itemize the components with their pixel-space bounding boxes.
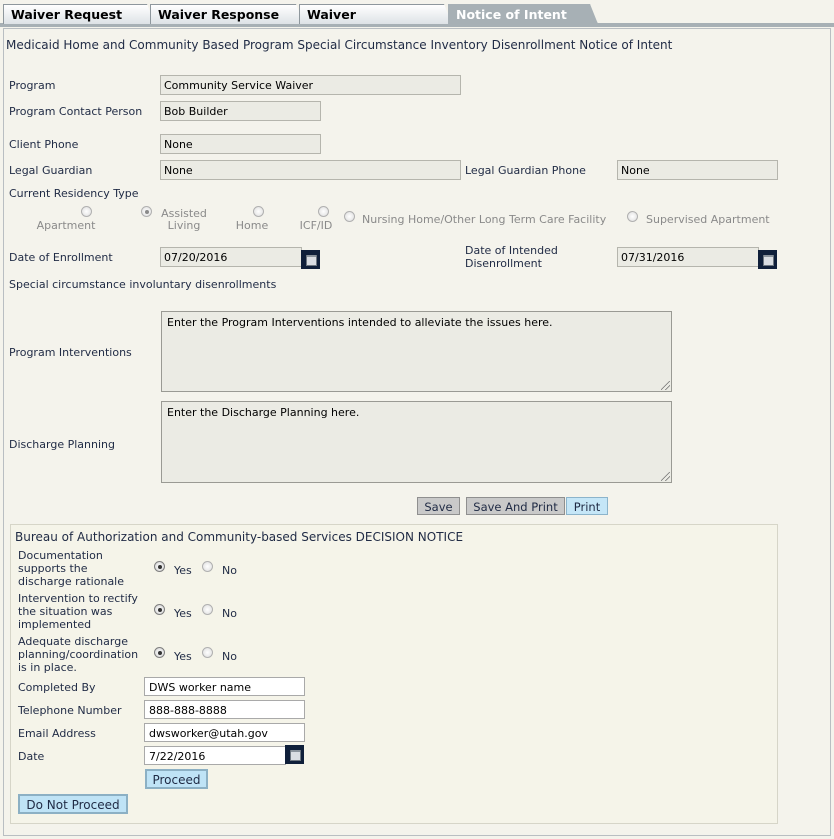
page-title: Medicaid Home and Community Based Progra… (6, 38, 673, 52)
program-label: Program (9, 79, 56, 92)
intervention-no-radio[interactable] (202, 604, 213, 615)
program-field[interactable]: Community Service Waiver (160, 75, 461, 95)
program-interventions-textarea[interactable]: Enter the Program Interventions intended… (161, 311, 672, 392)
residency-option-supervised-apartment: Supervised Apartment (646, 213, 770, 226)
residency-radio-supervised-apartment[interactable] (627, 211, 638, 222)
legal-guardian-field[interactable]: None (160, 160, 461, 180)
completed-by-input[interactable]: DWS worker name (144, 677, 305, 696)
date-label: Date (18, 750, 45, 763)
residency-option-nursing-home: Nursing Home/Other Long Term Care Facili… (362, 213, 607, 226)
residency-radio-nursing-home[interactable] (344, 211, 355, 222)
discharge-yes-radio[interactable] (154, 647, 165, 658)
email-label: Email Address (18, 727, 96, 740)
discharge-planning-textarea[interactable]: Enter the Discharge Planning here. (161, 401, 672, 483)
intervention-yes-label: Yes (174, 607, 192, 620)
question-intervention: Intervention to rectify the situation wa… (18, 592, 138, 631)
email-input[interactable]: dwsworker@utah.gov (144, 723, 305, 742)
save-button[interactable]: Save (417, 497, 460, 515)
guardian-phone-label: Legal Guardian Phone (465, 164, 586, 177)
guardian-phone-field[interactable]: None (617, 160, 778, 180)
intervention-no-label: No (222, 607, 237, 620)
discharge-no-radio[interactable] (202, 647, 213, 658)
telephone-label: Telephone Number (18, 704, 122, 717)
residency-radio-apartment[interactable] (81, 206, 92, 217)
do-not-proceed-button[interactable]: Do Not Proceed (18, 794, 128, 814)
residency-radio-home[interactable] (253, 206, 264, 217)
residency-option-icf-id: ICF/ID (299, 219, 333, 232)
discharge-planning-text: Enter the Discharge Planning here. (167, 406, 360, 419)
enrollment-calendar-icon[interactable] (301, 250, 320, 269)
save-and-print-button[interactable]: Save And Print (466, 497, 565, 515)
date-input[interactable]: 7/22/2016 (144, 746, 286, 765)
enrollment-date-field[interactable]: 07/20/2016 (160, 247, 302, 267)
documentation-yes-radio[interactable] (154, 561, 165, 572)
tab-notice-of-intent[interactable]: Notice of Intent (448, 4, 598, 24)
documentation-no-label: No (222, 564, 237, 577)
disenrollment-calendar-icon[interactable] (758, 250, 777, 269)
contact-person-field[interactable]: Bob Builder (160, 101, 321, 121)
residency-radio-assisted-living[interactable] (141, 206, 152, 217)
client-phone-label: Client Phone (9, 138, 79, 151)
resize-grip-icon[interactable] (661, 472, 670, 481)
program-interventions-label: Program Interventions (9, 346, 132, 359)
decision-notice-title: Bureau of Authorization and Community-ba… (15, 530, 464, 544)
tab-waiver-request[interactable]: Waiver Request (3, 4, 155, 24)
completed-by-label: Completed By (18, 681, 96, 694)
enrollment-date-label: Date of Enrollment (9, 251, 113, 264)
print-button[interactable]: Print (566, 497, 608, 515)
residency-radio-icf-id[interactable] (318, 206, 329, 217)
intervention-yes-radio[interactable] (154, 604, 165, 615)
resize-grip-icon[interactable] (661, 381, 670, 390)
question-documentation: Documentation supports the discharge rat… (18, 549, 125, 588)
discharge-planning-label: Discharge Planning (9, 438, 115, 451)
telephone-input[interactable]: 888-888-8888 (144, 700, 305, 719)
residency-option-home: Home (235, 219, 269, 232)
residency-type-label: Current Residency Type (9, 187, 139, 200)
discharge-yes-label: Yes (174, 650, 192, 663)
residency-option-assisted-living: Assisted Living (161, 207, 207, 232)
program-interventions-text: Enter the Program Interventions intended… (167, 316, 553, 329)
legal-guardian-label: Legal Guardian (9, 164, 93, 177)
documentation-no-radio[interactable] (202, 561, 213, 572)
question-discharge-planning: Adequate discharge planning/coordination… (18, 635, 139, 674)
residency-option-apartment: Apartment (36, 219, 96, 232)
disenrollment-date-field[interactable]: 07/31/2016 (617, 247, 759, 267)
decision-date-calendar-icon[interactable] (285, 745, 304, 764)
documentation-yes-label: Yes (174, 564, 192, 577)
tab-waiver-response[interactable]: Waiver Response (150, 4, 304, 24)
proceed-button[interactable]: Proceed (145, 769, 208, 789)
disenrollment-date-label: Date of Intended Disenrollment (465, 244, 558, 270)
special-circumstance-label: Special circumstance involuntary disenro… (9, 278, 277, 291)
tab-bar: Waiver Request Waiver Response Waiver Di… (0, 0, 834, 25)
tab-waiver-disenrollment[interactable]: Waiver Disenrollment (299, 4, 452, 24)
client-phone-field[interactable]: None (160, 134, 321, 154)
discharge-no-label: No (222, 650, 237, 663)
contact-person-label: Program Contact Person (9, 105, 143, 118)
